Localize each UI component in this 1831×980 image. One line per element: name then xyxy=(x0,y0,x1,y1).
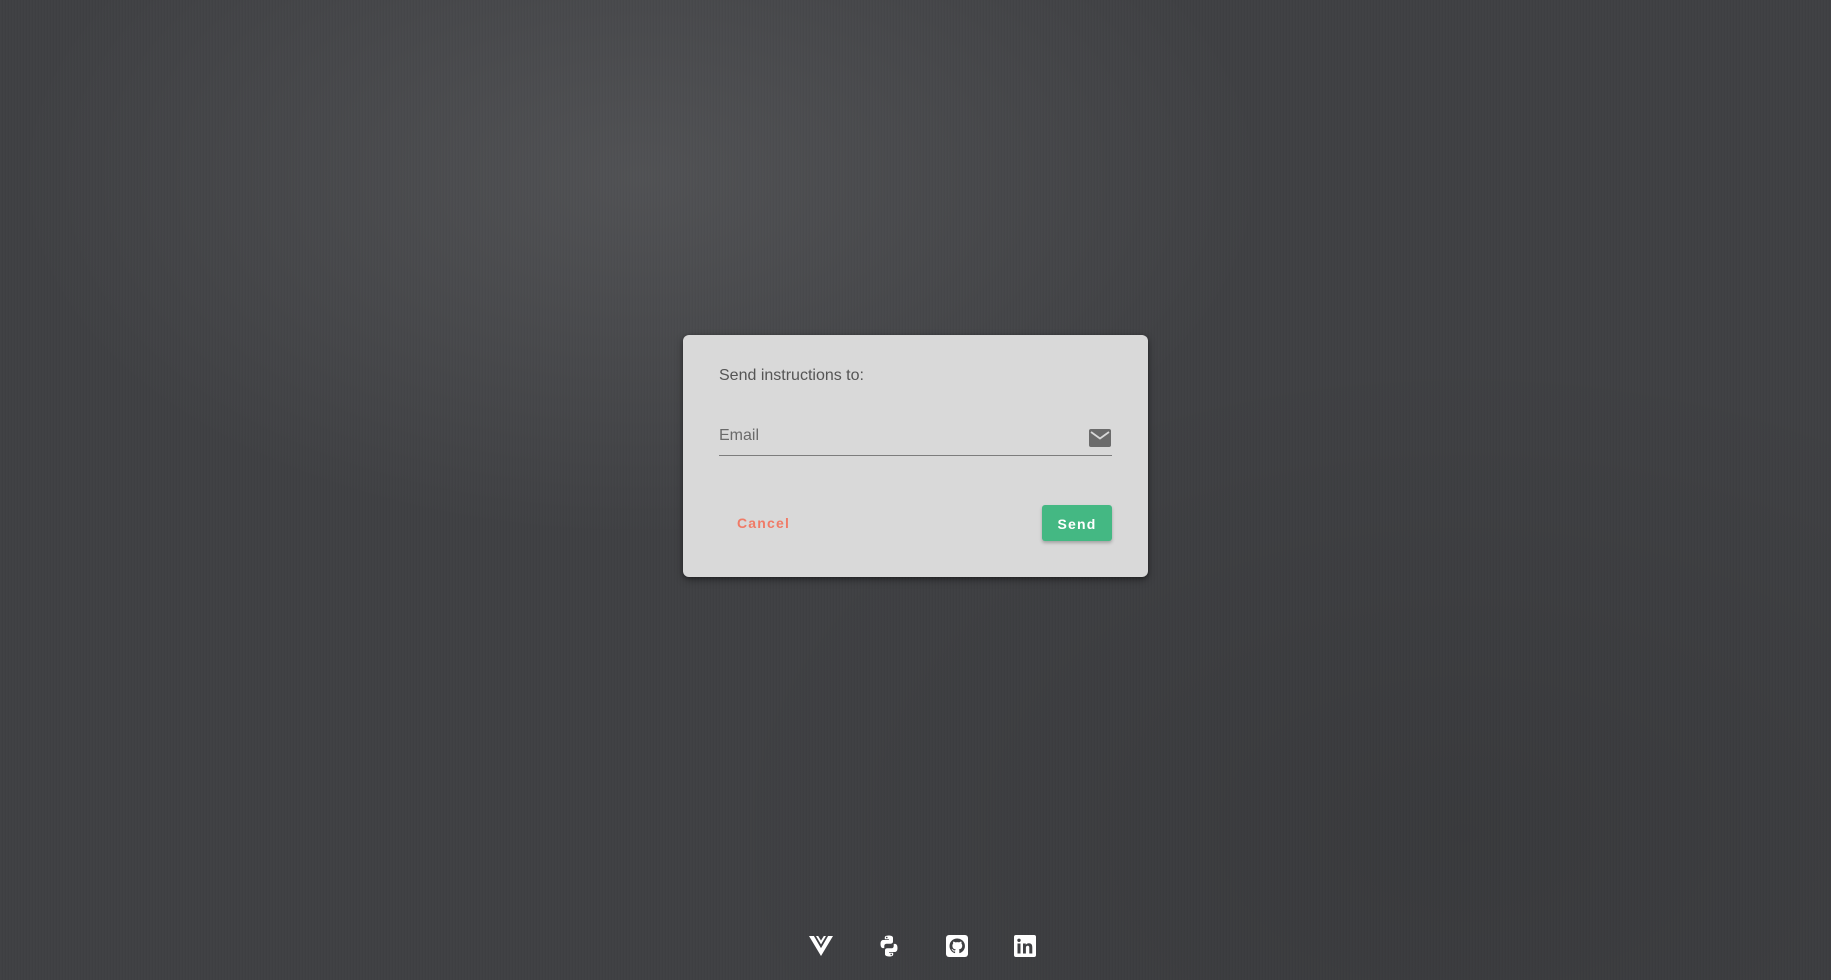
linkedin-link[interactable] xyxy=(1011,932,1039,960)
email-field[interactable] xyxy=(719,419,1112,456)
linkedin-icon xyxy=(1013,935,1036,957)
cancel-button[interactable]: Cancel xyxy=(719,505,808,541)
send-button[interactable]: Send xyxy=(1042,505,1112,541)
dialog-title: Send instructions to: xyxy=(719,367,864,384)
mail-icon xyxy=(1089,429,1111,447)
python-icon xyxy=(880,935,897,957)
vue-icon xyxy=(808,936,833,956)
email-input[interactable] xyxy=(719,421,1079,451)
vue-link[interactable] xyxy=(807,932,835,960)
python-link[interactable] xyxy=(875,932,903,960)
github-icon xyxy=(945,935,968,957)
reset-password-dialog: Send instructions to: Cancel Send xyxy=(683,335,1148,577)
github-link[interactable] xyxy=(943,932,971,960)
footer-links xyxy=(0,930,1831,962)
